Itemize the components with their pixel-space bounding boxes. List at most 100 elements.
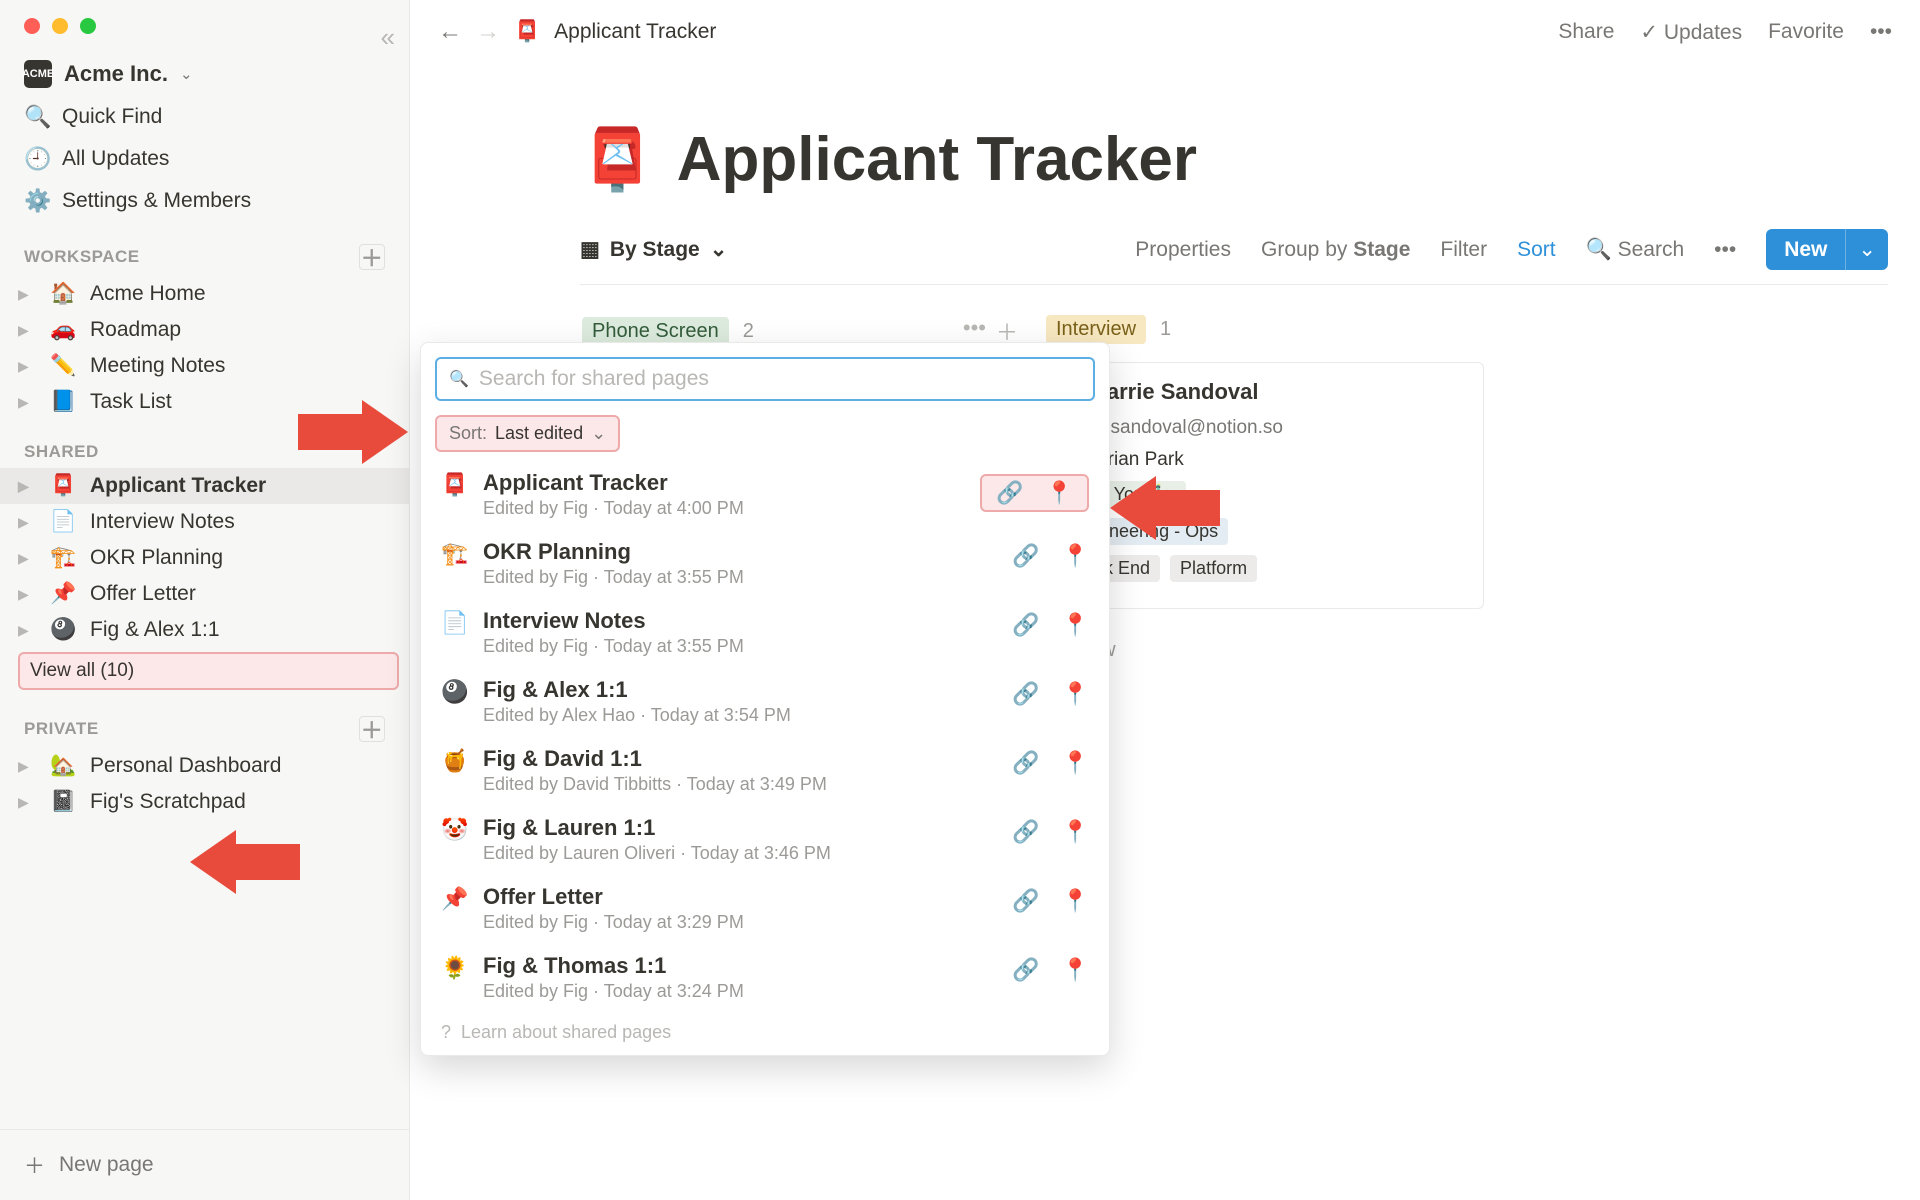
search-button[interactable]: 🔍 Search [1586,238,1685,262]
filter-button[interactable]: Filter [1440,238,1487,262]
column-tag[interactable]: Interview [1046,315,1146,344]
add-workspace-page-button[interactable]: ＋ [359,244,385,270]
shared-search-input[interactable] [479,367,1081,391]
caret-icon[interactable]: ▶ [18,514,36,531]
clock-icon: 🕘 [24,146,48,172]
sidebar-page-item[interactable]: ▶ 📓 Fig's Scratchpad [0,784,409,820]
sidebar-page-item[interactable]: ▶ 🚗 Roadmap [0,312,409,348]
caret-icon[interactable]: ▶ [18,550,36,567]
board-card[interactable]: Carrie Sandoval carriesandoval@notion.so… [1044,362,1484,609]
shared-page-row[interactable]: 🍯 Fig & David 1:1 Edited by David Tibbit… [435,736,1095,805]
share-button[interactable]: Share [1558,20,1614,44]
pin-icon[interactable]: 📍 [1062,957,1089,983]
view-switcher[interactable]: ▦ By Stage ⌄ [580,237,727,262]
new-page-label: New page [59,1153,154,1177]
properties-button[interactable]: Properties [1135,238,1231,262]
page-title[interactable]: Applicant Tracker [677,124,1197,195]
page-emoji-icon: 📮 [50,474,76,498]
link-icon[interactable]: 🔗 [1012,819,1039,845]
updates-button[interactable]: ✓ Updates [1640,20,1742,45]
nav-back-button[interactable]: ← [438,18,462,46]
add-card-button[interactable]: ＋ New [1044,623,1484,672]
sort-button[interactable]: Sort [1517,238,1556,262]
page-emoji-icon: ✏️ [50,354,76,378]
favorite-button[interactable]: Favorite [1768,20,1844,44]
caret-icon[interactable]: ▶ [18,758,36,775]
breadcrumb-title[interactable]: Applicant Tracker [554,20,716,44]
nav-forward-button[interactable]: → [476,18,500,46]
window-controls [0,18,409,52]
link-icon[interactable]: 🔗 [1012,612,1039,638]
shared-page-row[interactable]: 📄 Interview Notes Edited by Fig · Today … [435,598,1095,667]
quick-find[interactable]: 🔍 Quick Find [0,96,409,138]
caret-icon[interactable]: ▶ [18,622,36,639]
link-icon[interactable]: 🔗 [1012,750,1039,776]
page-emoji-icon: 🎱 [441,679,469,705]
shared-page-row[interactable]: 🌻 Fig & Thomas 1:1 Edited by Fig · Today… [435,943,1095,1012]
link-icon[interactable]: 🔗 [1012,543,1039,569]
section-workspace-label: WORKSPACE [24,247,140,267]
caret-icon[interactable]: ▶ [18,286,36,303]
caret-icon[interactable]: ▶ [18,478,36,495]
shared-page-row[interactable]: 📌 Offer Letter Edited by Fig · Today at … [435,874,1095,943]
add-private-page-button[interactable]: ＋ [359,716,385,742]
caret-icon[interactable]: ▶ [18,794,36,811]
link-icon[interactable]: 🔗 [1012,888,1039,914]
sidebar-page-item[interactable]: ▶ 📌 Offer Letter [0,576,409,612]
pin-icon[interactable]: 📍 [1046,480,1073,506]
shared-page-row[interactable]: 🏗️ OKR Planning Edited by Fig · Today at… [435,529,1095,598]
sidebar-page-item[interactable]: ▶ 🎱 Fig & Alex 1:1 [0,612,409,648]
shared-page-row[interactable]: 🎱 Fig & Alex 1:1 Edited by Alex Hao · To… [435,667,1095,736]
caret-icon[interactable]: ▶ [18,394,36,411]
search-icon: 🔍 [449,369,469,389]
pin-icon[interactable]: 📍 [1062,543,1089,569]
settings-label: Settings & Members [62,189,251,213]
sidebar-page-item[interactable]: ▶ 🏠 Acme Home [0,276,409,312]
new-row-dropdown[interactable]: ⌄ [1845,229,1888,270]
caret-icon[interactable]: ▶ [18,322,36,339]
all-updates[interactable]: 🕘 All Updates [0,138,409,180]
link-icon[interactable]: 🔗 [1012,681,1039,707]
page-icon[interactable]: 📮 [580,124,655,195]
link-icon[interactable]: 🔗 [996,480,1023,506]
sidebar-page-item[interactable]: ▶ ✏️ Meeting Notes [0,348,409,384]
shared-page-meta: Edited by Fig · Today at 3:24 PM [483,981,998,1002]
page-emoji-icon: 🏡 [50,754,76,778]
page-title-label: Personal Dashboard [90,754,281,778]
page-title-label: Applicant Tracker [90,474,266,498]
close-window-button[interactable] [24,18,40,34]
collapse-sidebar-button[interactable]: « [381,22,395,53]
new-row-button[interactable]: New ⌄ [1766,229,1888,270]
learn-shared-pages-link[interactable]: ? Learn about shared pages [435,1012,1095,1045]
shared-page-name: Fig & Alex 1:1 [483,677,998,703]
pin-icon[interactable]: 📍 [1062,681,1089,707]
sidebar-page-item[interactable]: ▶ 📮 Applicant Tracker [0,468,409,504]
sidebar-page-item[interactable]: ▶ 📄 Interview Notes [0,504,409,540]
workspace-switcher[interactable]: ACME Acme Inc. ⌄ [0,52,409,96]
view-all-shared[interactable]: View all (10) [18,652,399,690]
shared-search[interactable]: 🔍 [435,357,1095,401]
group-by-button[interactable]: Group by Stage [1261,238,1410,262]
zoom-window-button[interactable] [80,18,96,34]
settings-members[interactable]: ⚙️ Settings & Members [0,180,409,222]
caret-icon[interactable]: ▶ [18,358,36,375]
link-icon[interactable]: 🔗 [1012,957,1039,983]
shared-page-row[interactable]: 🤡 Fig & Lauren 1:1 Edited by Lauren Oliv… [435,805,1095,874]
sidebar-page-item[interactable]: ▶ 🏗️ OKR Planning [0,540,409,576]
caret-icon[interactable]: ▶ [18,586,36,603]
shared-page-meta: Edited by Fig · Today at 3:55 PM [483,567,998,588]
shared-page-row[interactable]: 📮 Applicant Tracker Edited by Fig · Toda… [435,460,1095,529]
sidebar-page-item[interactable]: ▶ 📘 Task List [0,384,409,420]
new-page-button[interactable]: ＋ New page [0,1129,409,1200]
more-button[interactable]: ••• [1870,20,1892,44]
minimize-window-button[interactable] [52,18,68,34]
column-count: 2 [743,320,754,343]
pin-icon[interactable]: 📍 [1062,819,1089,845]
pin-icon[interactable]: 📍 [1062,888,1089,914]
view-more-button[interactable]: ••• [1714,238,1736,262]
pin-icon[interactable]: 📍 [1062,612,1089,638]
pin-icon[interactable]: 📍 [1062,750,1089,776]
sidebar-page-item[interactable]: ▶ 🏡 Personal Dashboard [0,748,409,784]
page-emoji-icon: 🌻 [441,955,469,981]
shared-sort-dropdown[interactable]: Sort: Last edited ⌄ [435,415,620,452]
